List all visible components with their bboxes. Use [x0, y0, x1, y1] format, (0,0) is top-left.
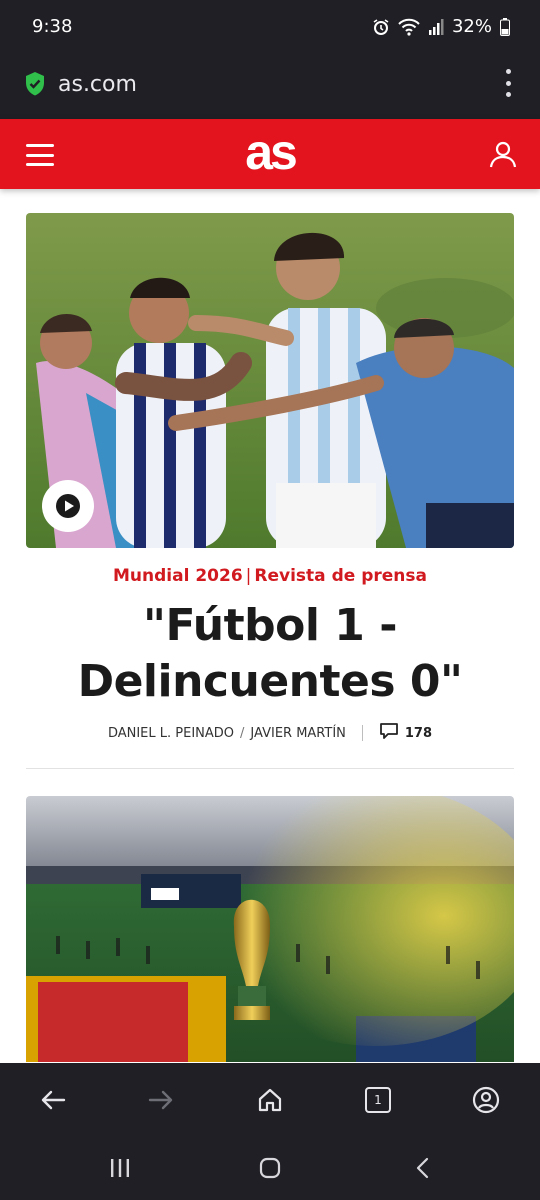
more-vert-icon[interactable]	[504, 69, 512, 97]
user-icon[interactable]	[488, 139, 518, 173]
comment-count: 178	[404, 725, 433, 741]
url-bar[interactable]: as.com	[0, 55, 540, 119]
site-logo[interactable]: as	[0, 125, 540, 179]
tabs-icon[interactable]: 1	[363, 1085, 393, 1115]
forward-icon[interactable]	[146, 1085, 176, 1115]
author-separator: /	[240, 725, 245, 741]
url-text[interactable]: as.com	[58, 72, 137, 97]
battery-text: 32%	[451, 16, 492, 37]
home-icon[interactable]	[255, 1085, 285, 1115]
alarm-icon	[372, 18, 390, 36]
wifi-icon	[398, 18, 420, 36]
comments-link[interactable]: 178	[379, 722, 432, 744]
system-back-icon[interactable]	[412, 1156, 436, 1184]
section-label[interactable]: Mundial 2026	[113, 566, 243, 586]
play-icon[interactable]	[42, 480, 94, 532]
status-icons: 32%	[372, 16, 510, 37]
recents-icon[interactable]	[108, 1156, 132, 1184]
article-divider	[26, 768, 514, 769]
byline-divider	[361, 725, 363, 741]
tab-count: 1	[365, 1087, 391, 1113]
article-headline[interactable]: "Fútbol 1 - Delincuentes 0"	[30, 598, 510, 710]
shield-check-icon[interactable]	[24, 71, 46, 101]
status-bar: 9:38 32%	[0, 0, 540, 55]
back-icon[interactable]	[38, 1085, 68, 1115]
article-image-thumbnail[interactable]	[26, 796, 514, 1062]
battery-icon	[500, 17, 510, 36]
system-nav-bar	[0, 1136, 540, 1200]
browser-bottom-nav: 1	[0, 1063, 540, 1136]
byline: DANIEL L. PEINADO / JAVIER MARTÍN 178	[0, 722, 540, 744]
author-name[interactable]: DANIEL L. PEINADO	[108, 726, 234, 741]
video-thumbnail-image	[26, 213, 514, 548]
comment-icon	[379, 722, 399, 744]
kicker-separator: |	[245, 566, 252, 586]
stadium-trophy-image	[26, 796, 514, 1062]
site-header: as	[0, 119, 540, 189]
author-name[interactable]: JAVIER MARTÍN	[250, 726, 345, 741]
profile-icon[interactable]	[471, 1085, 501, 1115]
category-label[interactable]: Revista de prensa	[254, 566, 427, 586]
article-kicker[interactable]: Mundial 2026 | Revista de prensa	[0, 566, 540, 586]
status-time: 9:38	[32, 16, 73, 37]
article-video-thumbnail[interactable]	[26, 213, 514, 548]
system-home-icon[interactable]	[258, 1156, 282, 1184]
signal-icon	[428, 18, 444, 35]
